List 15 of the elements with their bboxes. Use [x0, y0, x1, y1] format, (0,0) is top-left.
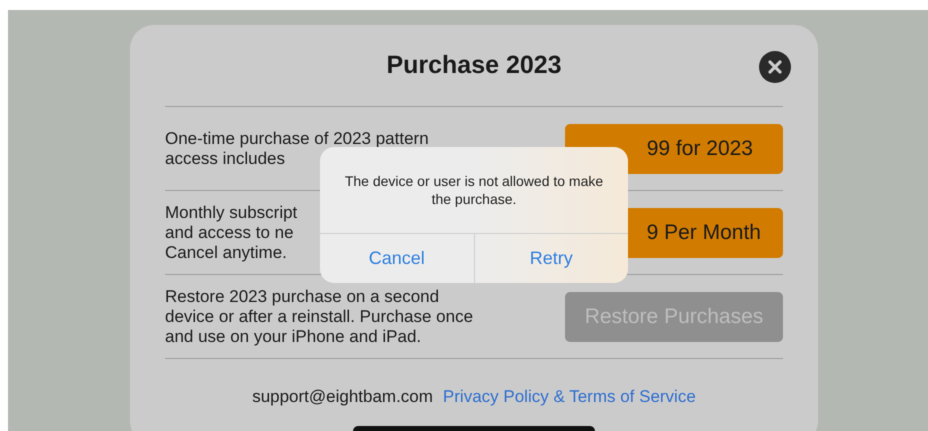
description-line: device or after a reinstall. Purchase once: [165, 306, 474, 326]
description-line: Restore 2023 purchase on a second: [165, 286, 440, 306]
alert-message: The device or user is not allowed to make the purchase.: [344, 172, 604, 208]
privacy-terms-link[interactable]: Privacy Policy & Terms of Service: [442, 384, 696, 410]
description-line: One-time purchase of 2023 pattern: [165, 128, 429, 148]
alert-button[interactable]: Cancel: [320, 234, 474, 283]
alert-button[interactable]: Retry: [474, 234, 628, 283]
support-email: support@eightbam.com: [252, 386, 433, 408]
description-line: access includes: [165, 148, 286, 168]
description-line: and use on your iPhone and iPad.: [165, 326, 422, 346]
description-line: Monthly subscript: [165, 202, 298, 222]
close-icon[interactable]: [759, 51, 791, 83]
sheet-title: Purchase 2023: [386, 50, 562, 81]
description-line: and access to ne: [165, 222, 295, 242]
description-line: Cancel anytime.: [165, 242, 288, 262]
